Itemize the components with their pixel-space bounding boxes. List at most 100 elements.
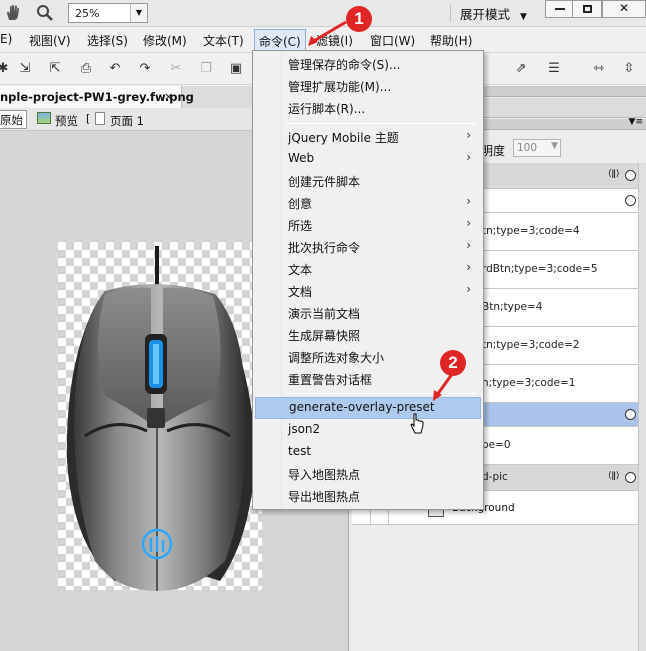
layer-row[interactable]: tn;type=3;code=4 — [480, 213, 640, 251]
export-icon[interactable]: ⇱ — [46, 60, 64, 78]
close-window-button[interactable]: ✕ — [602, 0, 646, 18]
annotation-badge-1: 1 — [346, 6, 372, 32]
redo-icon[interactable]: ↷ — [136, 60, 154, 78]
visibility-circle-icon[interactable] — [625, 472, 636, 483]
menu-item-selection[interactable]: 所选 › — [255, 214, 481, 236]
layer-row[interactable]: pe=0 — [480, 427, 640, 465]
menu-item-batch-commands[interactable]: 批次执行命令 › — [255, 236, 481, 258]
document-tab[interactable]: nple-project-PW1-grey.fw.png × — [0, 86, 194, 108]
layer-row[interactable]: tn;type=3;code=2 — [480, 327, 640, 365]
zoom-level-select[interactable]: 25% ▼ — [68, 3, 148, 23]
menu-item-label: 调整所选对象大小 — [288, 351, 385, 365]
hand-tool-icon[interactable] — [4, 4, 22, 22]
menu-item-label: 文档 — [288, 285, 313, 299]
menu-item-label: 管理保存的命令(S)... — [288, 58, 401, 72]
annotation-badge-2: 2 — [440, 350, 466, 376]
close-tab-icon[interactable]: × — [164, 90, 173, 103]
menu-item-export-hotspots[interactable]: 导出地图热点 — [255, 485, 481, 507]
cut-icon[interactable]: ✂ — [167, 60, 185, 78]
menu-item-document[interactable]: 文档 › — [255, 280, 481, 302]
layer-row[interactable]: ⟨ǁ⟩ — [480, 163, 640, 189]
layer-name: n;type=3;code=1 — [482, 377, 576, 389]
menu-item-import-hotspots[interactable]: 导入地图热点 — [255, 463, 481, 485]
workspace-mode-label: 展开模式 — [460, 7, 511, 22]
layer-row[interactable]: d-pic ⟨ǁ⟩ — [480, 465, 640, 491]
flip-vertical-icon[interactable]: ⇳ — [620, 60, 638, 78]
menu-item-screenshot[interactable]: 生成屏幕快照 — [255, 324, 481, 346]
close-icon: ✕ — [618, 1, 630, 15]
menu-item-run-script[interactable]: 运行脚本(R)... — [255, 97, 481, 119]
submenu-arrow-icon: › — [466, 282, 471, 296]
menu-window[interactable]: 窗口(W) — [370, 32, 415, 49]
visibility-circle-icon[interactable] — [625, 409, 636, 420]
visibility-circle-icon[interactable] — [625, 170, 636, 181]
menu-item-label: 运行脚本(R)... — [288, 102, 366, 116]
zoom-level-value: 25% — [75, 7, 100, 20]
layer-row[interactable] — [480, 189, 640, 213]
menu-item-label: Web — [288, 151, 315, 165]
opacity-label: 明度 — [481, 144, 506, 158]
undo-icon[interactable]: ↶ — [106, 60, 124, 78]
layer-name: rdBtn;type=3;code=5 — [482, 263, 598, 275]
opacity-input[interactable]: 100 ▼ — [513, 139, 561, 157]
menu-item-json2[interactable]: json2 — [255, 419, 481, 441]
gear-icon[interactable]: ✱ — [0, 60, 12, 78]
layer-row[interactable]: Btn;type=4 — [480, 289, 640, 327]
layer-name: Btn;type=4 — [482, 301, 543, 313]
layer-row[interactable]: rdBtn;type=3;code=5 — [480, 251, 640, 289]
menu-item-label: test — [288, 444, 312, 458]
menu-text[interactable]: 文本(T) — [203, 32, 244, 49]
panel-menu-icon[interactable]: ▼≡ — [629, 117, 643, 127]
menu-select[interactable]: 选择(S) — [87, 32, 128, 49]
mouse-product-image — [66, 246, 255, 591]
menu-item-text[interactable]: 文本 › — [255, 258, 481, 280]
page-selector[interactable]: 页面 1 — [110, 113, 144, 132]
copy-icon[interactable]: ❐ — [197, 60, 215, 78]
menu-item-present-document[interactable]: 演示当前文档 — [255, 302, 481, 324]
page-icon — [95, 112, 105, 125]
menu-item-creative[interactable]: 创意 › — [255, 192, 481, 214]
link-icon: ⟨ǁ⟩ — [608, 169, 620, 179]
align-icon[interactable]: ☰ — [545, 60, 563, 78]
menu-commands[interactable]: 命令(C) — [254, 29, 306, 51]
submenu-arrow-icon: › — [466, 194, 471, 208]
commands-menu: 管理保存的命令(S)... 管理扩展功能(M)... 运行脚本(R)... jQ… — [252, 50, 484, 510]
menu-item-web[interactable]: Web › — [255, 148, 481, 170]
paste-icon[interactable]: ▣ — [227, 60, 245, 78]
view-preview-button[interactable]: 预览 — [55, 113, 78, 132]
menu-item-test[interactable]: test — [255, 441, 481, 463]
layer-name: tn;type=3;code=2 — [482, 339, 580, 351]
menu-item-label: 批次执行命令 — [288, 241, 361, 255]
menu-item-label: generate-overlay-preset — [289, 400, 435, 414]
zoom-tool-icon[interactable] — [36, 4, 54, 22]
menu-item-label: 创意 — [288, 197, 313, 211]
menu-item-label: jQuery Mobile 主题 — [288, 131, 399, 145]
menu-view[interactable]: 视图(V) — [29, 32, 71, 49]
menu-item-manage-extensions[interactable]: 管理扩展功能(M)... — [255, 75, 481, 97]
distribute-icon[interactable]: ⇗ — [512, 60, 530, 78]
maximize-button[interactable] — [572, 0, 602, 18]
menu-item-label: 导出地图热点 — [288, 490, 361, 504]
menu-modify[interactable]: 修改(M) — [143, 32, 187, 49]
workspace-mode-switcher[interactable]: 展开模式 ▼ — [460, 4, 527, 23]
menu-item-label: 文本 — [288, 263, 313, 277]
layer-name: tn;type=3;code=4 — [482, 225, 580, 237]
menu-item-manage-saved-commands[interactable]: 管理保存的命令(S)... — [255, 53, 481, 75]
menu-item-jquery-mobile-theme[interactable]: jQuery Mobile 主题 › — [255, 126, 481, 148]
maximize-icon — [582, 5, 592, 13]
print-icon[interactable]: ⎙ — [77, 60, 95, 78]
minimize-button[interactable] — [545, 0, 575, 18]
bracket-divider: [ — [86, 112, 91, 125]
visibility-circle-icon[interactable] — [625, 195, 636, 206]
flip-horizontal-icon[interactable]: ⇿ — [590, 60, 608, 78]
preview-icon — [37, 112, 51, 124]
menu-help[interactable]: 帮助(H) — [430, 32, 472, 49]
menu-item-label: 重置警告对话框 — [288, 373, 373, 387]
view-original-button[interactable]: 原始 — [0, 110, 27, 129]
import-icon[interactable]: ⇲ — [16, 60, 34, 78]
layers-scrollbar[interactable] — [638, 163, 646, 651]
layer-row[interactable]: n;type=3;code=1 — [480, 365, 640, 403]
menu-item-create-symbol-script[interactable]: 创建元件脚本 — [255, 170, 481, 192]
layer-row-selected[interactable] — [480, 403, 640, 427]
menu-edit[interactable]: E) — [0, 32, 12, 46]
